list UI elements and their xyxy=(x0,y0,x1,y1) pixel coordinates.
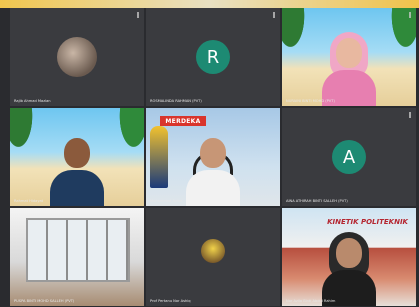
video-grid: Rajib Ahmad Mazlan R ROSMALINDA RAHMAN (… xyxy=(10,8,416,307)
more-options-icon[interactable] xyxy=(409,12,411,18)
participant-video xyxy=(322,32,376,106)
participant-video xyxy=(322,232,376,306)
more-options-icon[interactable] xyxy=(137,12,139,18)
top-strip xyxy=(0,0,419,8)
slide-figure xyxy=(150,126,168,188)
participant-name: PUSPA BINTI MOHD SALLEH (PVT) xyxy=(14,299,75,303)
window-shape xyxy=(26,218,130,282)
more-options-icon[interactable] xyxy=(409,112,411,118)
participant-tile[interactable]: Prof Pertanu Nor Ashiq xyxy=(146,208,280,306)
participant-tile[interactable]: MERDEKA Muhammad Azlan xyxy=(146,108,280,206)
participant-tile[interactable]: R ROSMALINDA RAHMAN (PVT) xyxy=(146,8,280,106)
participant-name: ROSMALINDA RAHMAN (PVT) xyxy=(150,99,202,103)
participant-tile[interactable]: PUSPA BINTI MOHD SALLEH (PVT) xyxy=(10,208,144,306)
participant-tile[interactable]: A AINA ATHIRAH BINTI SALLEH (PVT) xyxy=(282,108,416,206)
participant-avatar: A xyxy=(332,140,366,174)
participant-name: Rajib Ahmad Mazlan xyxy=(14,99,51,103)
participant-tile[interactable]: KINETIK POLITEKNIK Nor Azila Binti Abdul… xyxy=(282,208,416,306)
participant-video xyxy=(50,132,104,206)
participant-name: Prof Pertanu Nor Ashiq xyxy=(150,299,191,303)
participant-name: Rahmat Hidayat xyxy=(14,199,44,203)
participant-avatar: R xyxy=(196,40,230,74)
participant-name: NURAINI BINTI MOHD (PVT) xyxy=(286,99,335,103)
participant-tile[interactable]: Rajib Ahmad Mazlan xyxy=(10,8,144,106)
participant-video xyxy=(186,132,240,206)
participant-tile[interactable]: Rahmat Hidayat xyxy=(10,108,144,206)
participant-avatar xyxy=(57,37,97,77)
participant-name: Muhammad Azlan xyxy=(150,199,183,203)
participant-avatar xyxy=(201,239,225,264)
participant-name: AINA ATHIRAH BINTI SALLEH (PVT) xyxy=(286,199,348,203)
logo-text: KINETIK POLITEKNIK xyxy=(327,218,408,226)
slide-banner: MERDEKA xyxy=(160,116,206,126)
participant-tile[interactable]: NURAINI BINTI MOHD (PVT) xyxy=(282,8,416,106)
more-options-icon[interactable] xyxy=(273,12,275,18)
participant-name: Nor Azila Binti Abdul Rahim xyxy=(286,299,336,303)
